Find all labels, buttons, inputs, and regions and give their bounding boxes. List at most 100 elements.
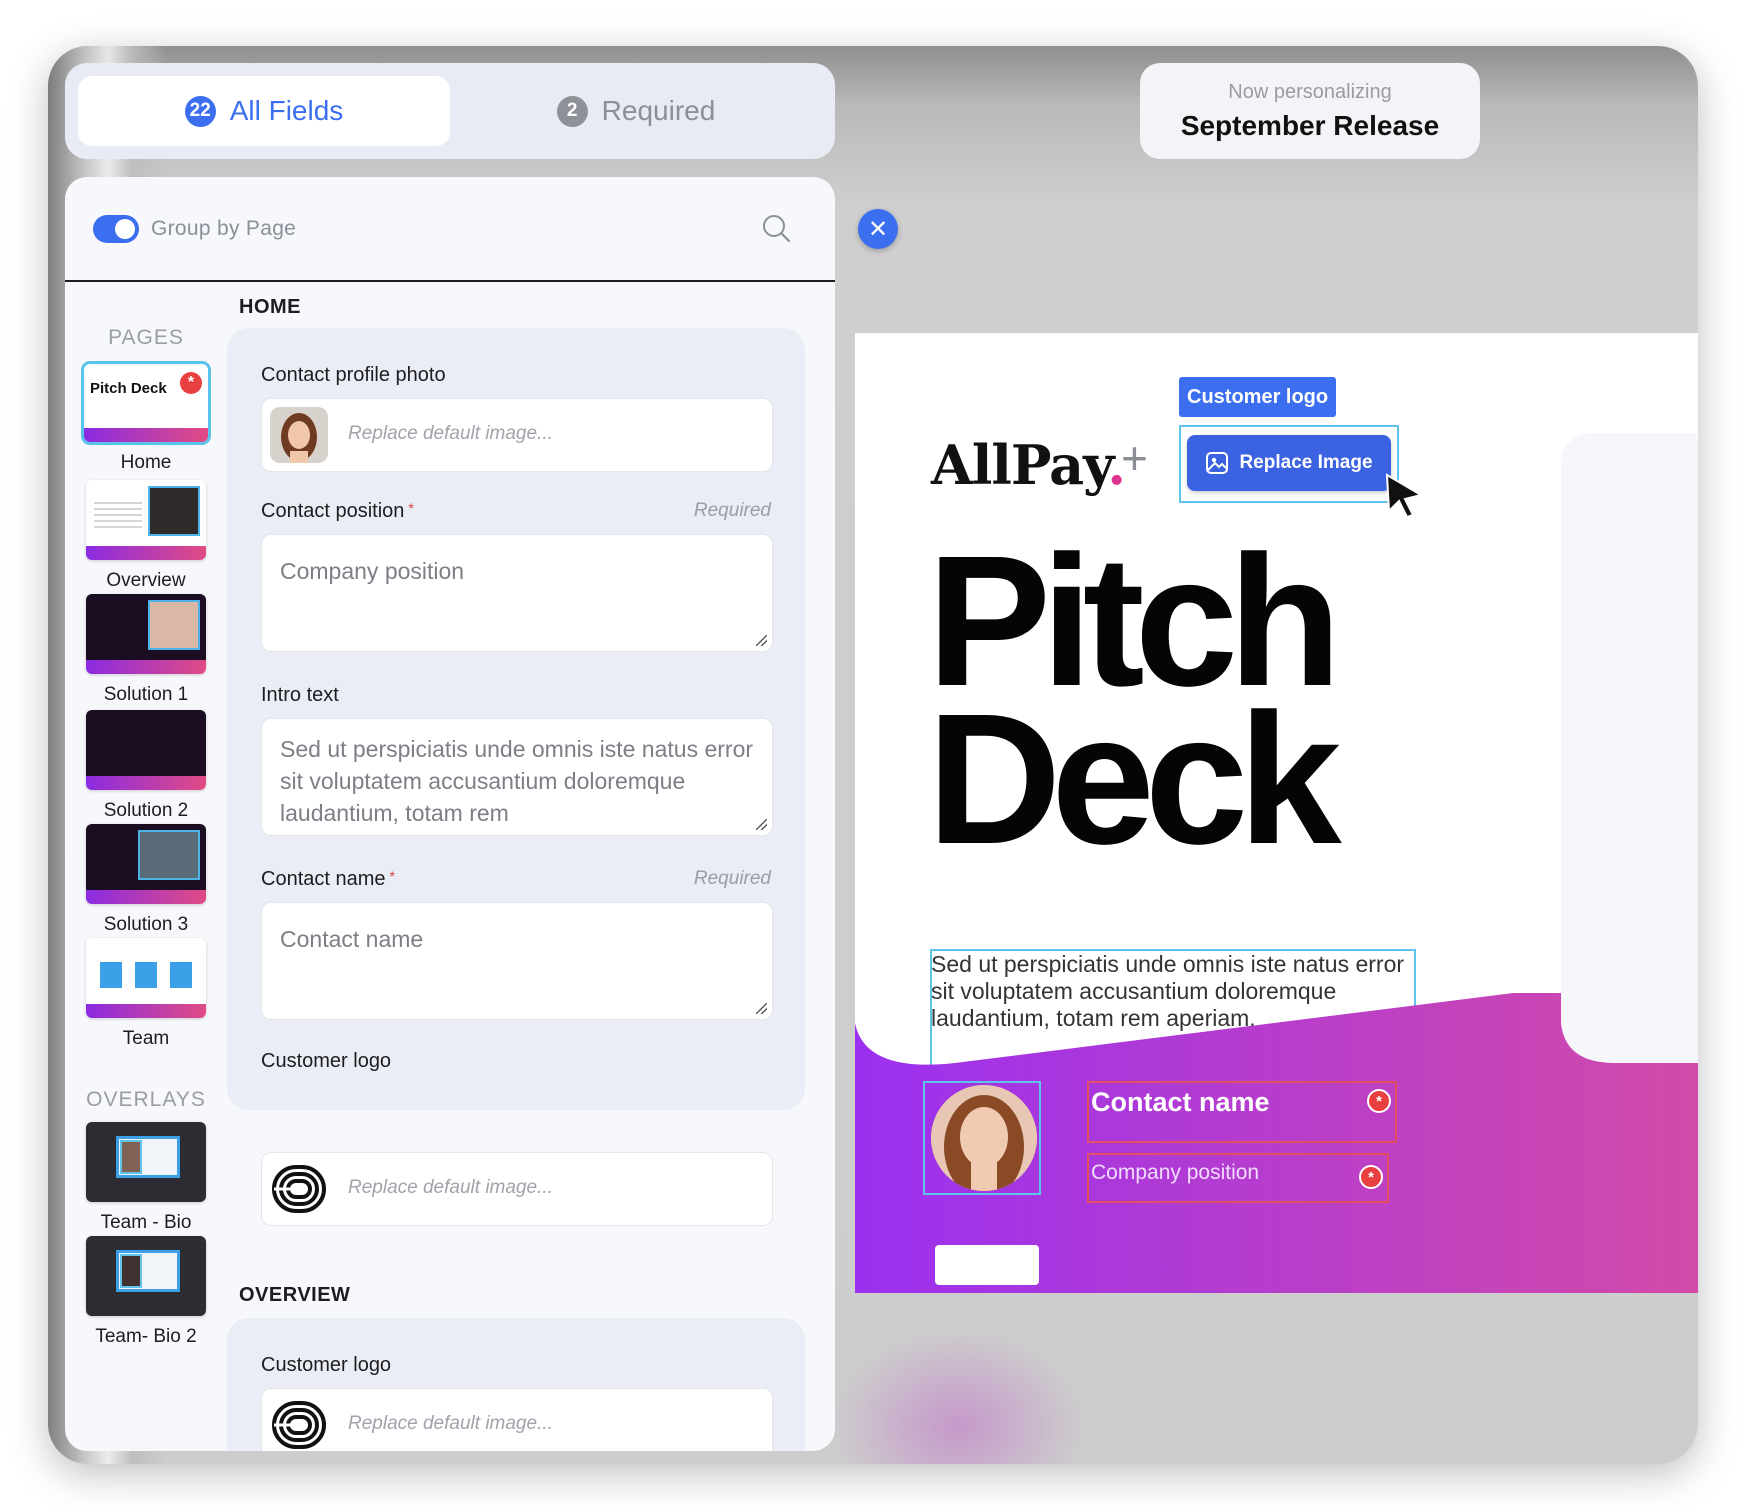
overlay-thumb-team-bio[interactable]: Team - Bio bbox=[65, 1122, 227, 1234]
white-tab bbox=[935, 1245, 1039, 1285]
thumbnail-band bbox=[86, 660, 206, 674]
thumbnail-band bbox=[86, 1004, 206, 1018]
all-fields-count-badge: 22 bbox=[184, 95, 216, 127]
contact-position-placeholder: Company position bbox=[280, 558, 465, 584]
page-thumb-overview[interactable]: Overview bbox=[65, 480, 227, 592]
app-window: 22 All Fields 2 Required Now personalizi… bbox=[48, 46, 1698, 1464]
page-label: Overview bbox=[106, 570, 186, 591]
overview-thumbnail bbox=[86, 480, 206, 560]
panel-header: Group by Page bbox=[65, 177, 835, 282]
section-title-home: HOME bbox=[239, 296, 301, 318]
overlay-thumb-team-bio-2[interactable]: Team- Bio 2 bbox=[65, 1236, 227, 1348]
contact-position-textarea[interactable]: Company position bbox=[261, 534, 773, 652]
close-icon: ✕ bbox=[867, 215, 889, 243]
resize-grip-icon[interactable] bbox=[756, 635, 767, 646]
overview-customer-logo-label: Customer logo bbox=[261, 1354, 392, 1376]
thumbnail-face bbox=[120, 1140, 142, 1174]
contact-name-label: Contact name * bbox=[261, 868, 395, 891]
home-thumbnail: Pitch Deck * bbox=[81, 361, 211, 445]
replace-image-label: Replace Image bbox=[1239, 452, 1373, 473]
maze-logo-icon bbox=[272, 1165, 326, 1213]
contact-photo-placeholder: Replace default image... bbox=[348, 423, 553, 444]
close-panel-button[interactable]: ✕ bbox=[858, 209, 898, 249]
customer-logo-input[interactable]: Replace default image... bbox=[261, 1152, 773, 1226]
thumbnail-photo bbox=[138, 830, 200, 880]
group-by-page-toggle[interactable] bbox=[93, 215, 139, 243]
intro-text-label: Intro text bbox=[261, 684, 339, 706]
avatar bbox=[931, 1085, 1037, 1191]
contact-position-label-text: Contact position bbox=[261, 500, 405, 522]
fields-list: HOME Contact profile photo Replace defau… bbox=[227, 284, 835, 1451]
thumbnail-photo bbox=[148, 600, 200, 650]
page-thumb-solution-3[interactable]: Solution 3 bbox=[65, 824, 227, 936]
customer-logo-placeholder: Replace default image... bbox=[348, 1177, 553, 1198]
page-label: Team bbox=[122, 1028, 170, 1049]
pages-sidebar: PAGES Pitch Deck * Home Overview Solutio… bbox=[65, 284, 227, 1451]
search-icon[interactable] bbox=[761, 213, 791, 243]
team-thumbnail bbox=[86, 938, 206, 1018]
thumbnail-cards bbox=[100, 962, 192, 988]
required-star-icon: * bbox=[1367, 1089, 1391, 1113]
maze-logo-icon bbox=[272, 1401, 326, 1449]
contact-photo-input[interactable]: Replace default image... bbox=[261, 398, 773, 472]
tab-all-fields[interactable]: 22 All Fields bbox=[78, 76, 450, 146]
home-fields-card: Contact profile photo Replace default im… bbox=[227, 328, 805, 1110]
contact-photo-label: Contact profile photo bbox=[261, 364, 446, 386]
customer-logo-label: Customer logo bbox=[261, 1050, 392, 1072]
page-label: Solution 3 bbox=[103, 914, 189, 935]
contact-name-frame[interactable]: Contact name * bbox=[1087, 1081, 1397, 1143]
slide-preview: AllPay. + Customer logo Replace Image Pi… bbox=[855, 333, 1698, 1293]
slide-headline: Pitch Deck bbox=[927, 529, 1342, 883]
replace-image-button[interactable]: Replace Image bbox=[1187, 435, 1391, 491]
contact-name-placeholder: Contact name bbox=[280, 926, 424, 952]
thumbnail-text-lines bbox=[94, 502, 142, 532]
intro-text-textarea[interactable]: Sed ut perspiciatis unde omnis iste natu… bbox=[261, 718, 773, 836]
personalizing-title: September Release bbox=[1180, 110, 1440, 141]
thumbnail-face bbox=[120, 1254, 142, 1288]
overview-customer-logo-placeholder: Replace default image... bbox=[348, 1413, 553, 1434]
tab-required-label: Required bbox=[601, 95, 716, 126]
contact-name-label-text: Contact name bbox=[261, 868, 386, 890]
now-personalizing-card: Now personalizing September Release bbox=[1140, 63, 1480, 159]
section-title-overview: OVERVIEW bbox=[239, 1284, 351, 1306]
contact-name-preview: Contact name bbox=[1091, 1087, 1270, 1117]
fields-panel: Group by Page PAGES Pitch Deck * Home Ov… bbox=[65, 177, 835, 1451]
contact-position-required-hint: Required bbox=[693, 500, 771, 521]
resize-grip-icon[interactable] bbox=[756, 1003, 767, 1014]
page-label: Solution 2 bbox=[103, 800, 189, 821]
group-by-page-label: Group by Page bbox=[151, 217, 297, 240]
now-personalizing-label: Now personalizing bbox=[1228, 81, 1392, 103]
required-asterisk: * bbox=[389, 868, 395, 884]
customer-logo-thumbnail bbox=[270, 1397, 328, 1451]
thumbnail-band bbox=[86, 776, 206, 790]
required-count-badge: 2 bbox=[556, 95, 588, 127]
tab-required[interactable]: 2 Required bbox=[450, 76, 822, 146]
thumbnail-dark-bg bbox=[86, 710, 206, 776]
contact-photo-frame[interactable] bbox=[923, 1081, 1041, 1195]
overlays-header: OVERLAYS bbox=[86, 1088, 206, 1111]
page-thumb-team[interactable]: Team bbox=[65, 938, 227, 1050]
company-position-frame[interactable]: Company position * bbox=[1087, 1153, 1389, 1203]
intro-text-placeholder: Sed ut perspiciatis unde omnis iste natu… bbox=[280, 736, 754, 826]
page-label: Home bbox=[120, 452, 172, 473]
headline-line-2: Deck bbox=[927, 676, 1342, 883]
home-thumbnail-text: Pitch Deck bbox=[90, 380, 167, 397]
field-filter-tabs: 22 All Fields 2 Required bbox=[65, 63, 835, 159]
page-thumb-solution-2[interactable]: Solution 2 bbox=[65, 710, 227, 822]
page-thumb-home[interactable]: Pitch Deck * Home bbox=[65, 361, 227, 474]
image-icon bbox=[1206, 452, 1229, 474]
brand-name: AllPay bbox=[931, 433, 1108, 497]
overview-customer-logo-input[interactable]: Replace default image... bbox=[261, 1388, 773, 1451]
solution-1-thumbnail bbox=[86, 594, 206, 674]
thumbnail-photo bbox=[148, 486, 200, 536]
required-asterisk: * bbox=[408, 500, 414, 516]
contact-name-textarea[interactable]: Contact name bbox=[261, 902, 773, 1020]
customer-logo-tag: Customer logo bbox=[1179, 377, 1337, 417]
page-thumb-solution-1[interactable]: Solution 1 bbox=[65, 594, 227, 706]
contact-photo-preview bbox=[931, 1085, 1037, 1191]
mouse-pointer-icon bbox=[1385, 473, 1424, 519]
team-bio-thumbnail bbox=[86, 1122, 206, 1202]
avatar bbox=[270, 407, 328, 463]
overlay-label: Team- Bio 2 bbox=[95, 1326, 197, 1347]
resize-grip-icon[interactable] bbox=[756, 819, 767, 830]
